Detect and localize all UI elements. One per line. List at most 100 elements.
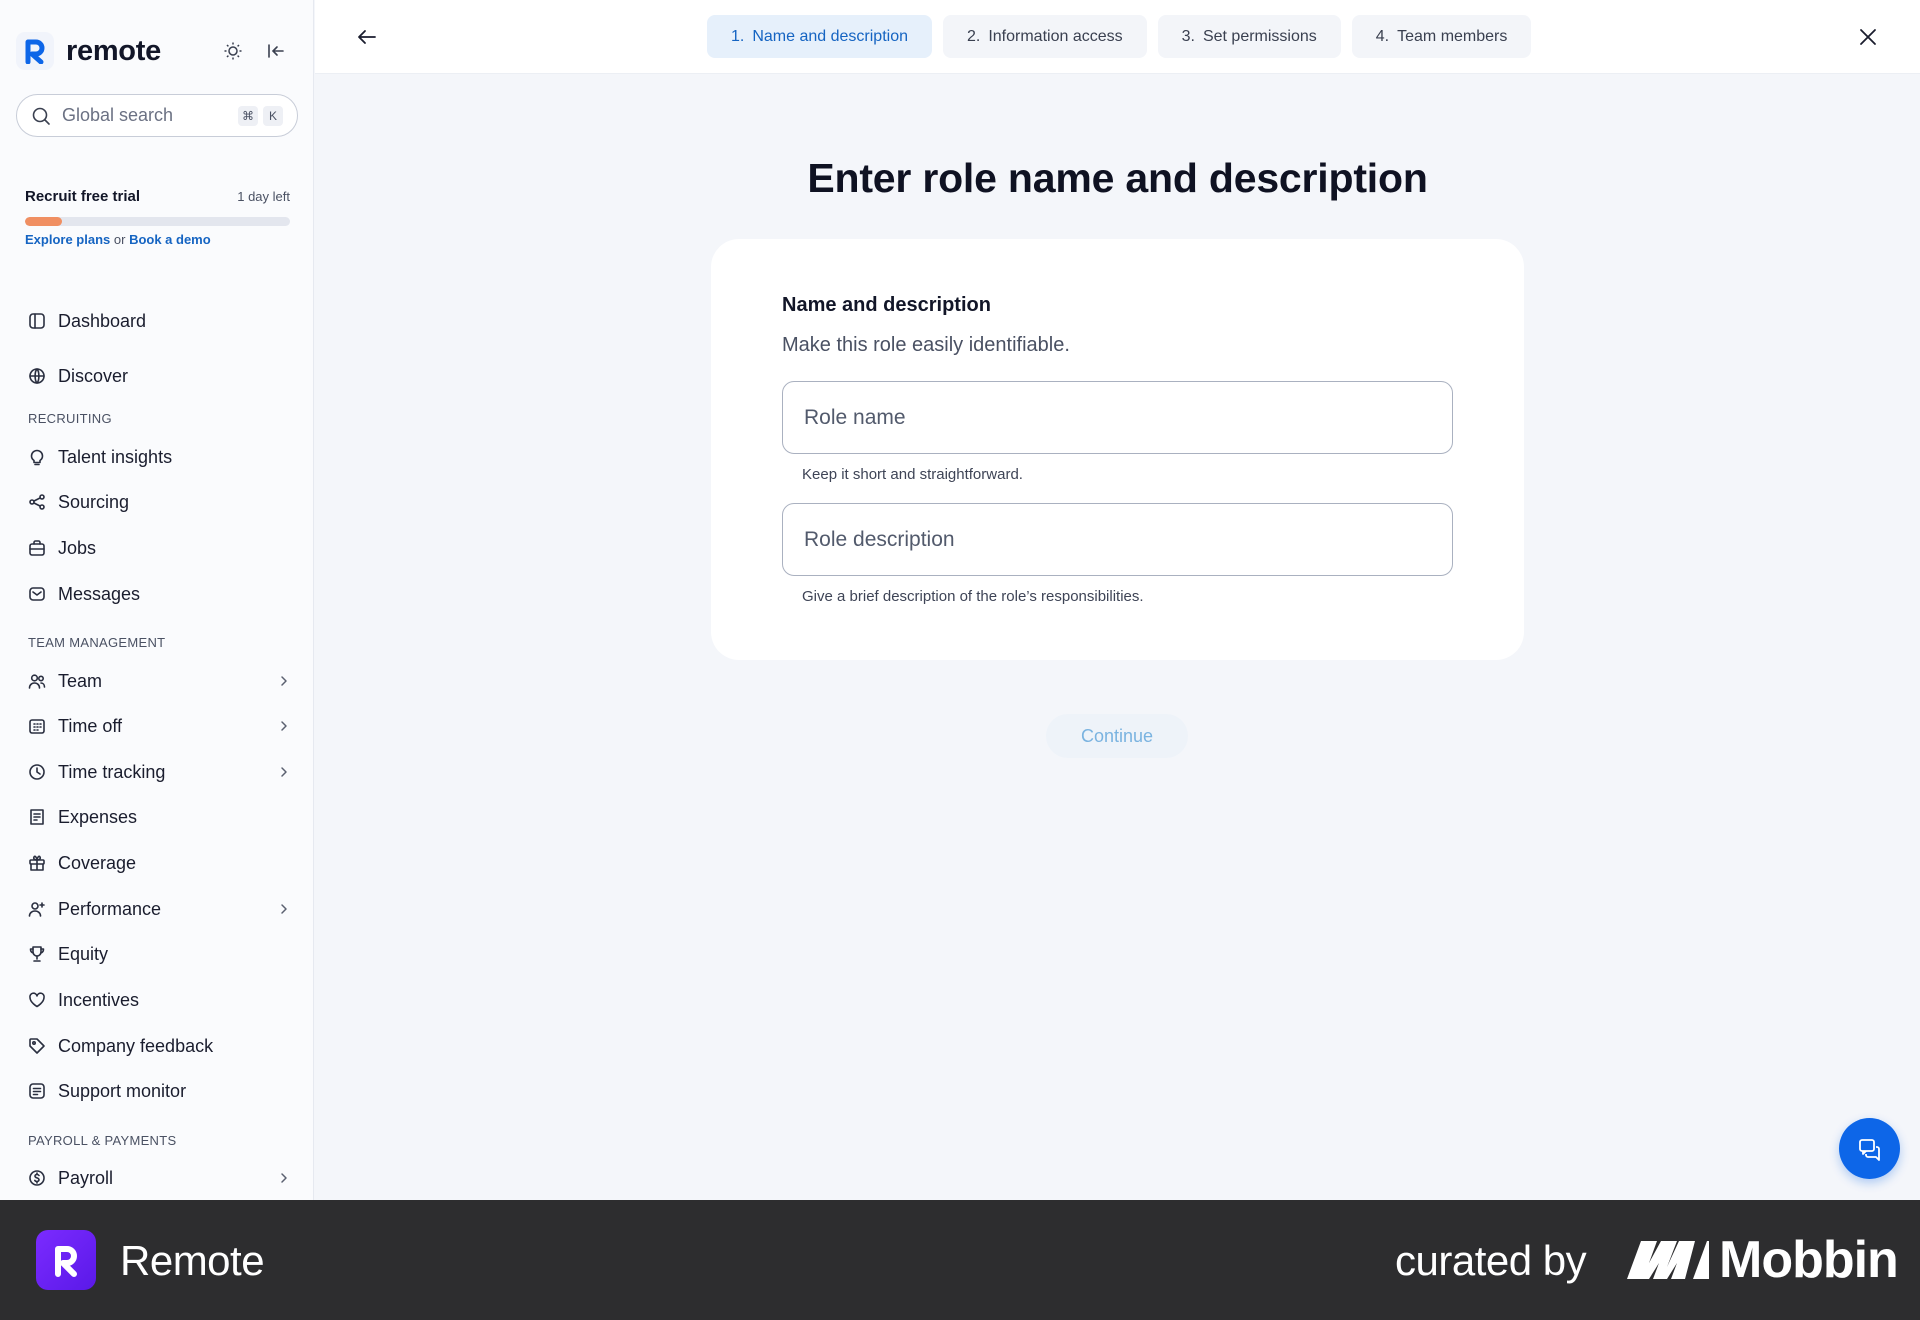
search-placeholder: Global search: [62, 105, 174, 125]
share-nodes-icon: [28, 493, 46, 511]
global-search[interactable]: Global search ⌘ K: [16, 94, 298, 137]
chevron-right-icon: [276, 673, 292, 689]
gift-icon: [28, 854, 46, 872]
sidebar-item-label: Time tracking: [58, 761, 166, 782]
mobbin-logo-icon: [1627, 1241, 1709, 1279]
arrow-left-icon: [358, 30, 376, 44]
support-icon: [28, 1082, 46, 1100]
message-icon: [28, 585, 46, 603]
section-team-management: TEAM MANAGEMENT: [28, 635, 166, 650]
shortcut-key-cmd: ⌘: [238, 105, 258, 126]
footer-curated-by: curated by: [1395, 1237, 1587, 1284]
footer-app-name: Remote: [120, 1237, 265, 1284]
sidebar-item-expenses[interactable]: Expenses: [0, 797, 313, 837]
sidebar-item-label: Support monitor: [58, 1080, 187, 1101]
sidebar: remote Global search ⌘ K Recruit free tr…: [0, 0, 314, 1200]
book-demo-link[interactable]: Book a demo: [129, 232, 211, 247]
chat-button[interactable]: [1839, 1118, 1900, 1179]
sidebar-item-label: Incentives: [58, 989, 140, 1010]
chevron-right-icon: [276, 718, 292, 734]
globe-icon: [28, 367, 46, 385]
sidebar-item-talent-insights[interactable]: Talent insights: [0, 437, 313, 477]
card-title: Name and description: [782, 294, 991, 316]
brand[interactable]: remote: [16, 32, 161, 70]
sidebar-item-messages[interactable]: Messages: [0, 574, 313, 614]
continue-button[interactable]: Continue: [1046, 714, 1188, 758]
role-description-input[interactable]: [804, 527, 1452, 552]
sidebar-item-label: Jobs: [58, 537, 97, 558]
trial-or-text: or: [113, 232, 126, 247]
sidebar-item-performance[interactable]: Performance: [0, 889, 313, 929]
chevron-right-icon: [276, 901, 292, 917]
wizard-step-1[interactable]: 1. Name and description: [707, 15, 932, 58]
sun-icon: [224, 42, 242, 60]
step-number: 4.: [1375, 27, 1390, 45]
lightbulb-icon: [28, 448, 46, 466]
sidebar-item-time-off[interactable]: Time off: [0, 706, 313, 746]
dashboard-icon: [28, 312, 46, 330]
close-button[interactable]: [1854, 23, 1882, 51]
sidebar-item-jobs[interactable]: Jobs: [0, 528, 313, 568]
sidebar-item-team[interactable]: Team: [0, 661, 313, 701]
receipt-icon: [28, 808, 46, 826]
sidebar-item-label: Payroll: [58, 1167, 114, 1188]
sidebar-item-label: Sourcing: [58, 491, 130, 512]
collapse-sidebar-button[interactable]: [262, 37, 290, 65]
users-icon: [28, 672, 46, 690]
sidebar-item-label: Messages: [58, 583, 141, 604]
sidebar-item-label: Discover: [58, 365, 129, 386]
step-label: Team members: [1397, 27, 1508, 45]
back-button[interactable]: [353, 23, 381, 51]
sidebar-item-coverage[interactable]: Coverage: [0, 843, 313, 883]
role-name-hint: Keep it short and straightforward.: [802, 466, 1023, 483]
sidebar-item-payroll[interactable]: Payroll: [0, 1158, 313, 1198]
wizard-step-3[interactable]: 3. Set permissions: [1157, 15, 1341, 58]
role-description-field[interactable]: [782, 503, 1453, 576]
step-number: 2.: [966, 27, 981, 45]
sidebar-item-label: Performance: [58, 898, 162, 919]
step-number: 3.: [1181, 27, 1195, 45]
section-recruiting: RECRUITING: [28, 411, 112, 426]
sidebar-item-label: Expenses: [58, 806, 138, 827]
footer-mobbin-wordmark: Mobbin: [1719, 1231, 1899, 1289]
step-label: Name and description: [752, 27, 908, 45]
sidebar-item-label: Team: [58, 670, 103, 691]
role-description-hint: Give a brief description of the role’s r…: [802, 588, 1144, 605]
role-name-input[interactable]: [804, 405, 1452, 430]
sidebar-item-label: Coverage: [58, 852, 137, 873]
wizard-topbar: 1. Name and description 2. Information acce…: [315, 0, 1920, 73]
sidebar-item-equity[interactable]: Equity: [0, 934, 313, 974]
card-subtitle: Make this role easily identifiable.: [782, 334, 1070, 356]
wizard-step-4[interactable]: 4. Team members: [1351, 15, 1532, 58]
tag-icon: [28, 1037, 46, 1055]
sidebar-item-label: Dashboard: [58, 310, 147, 331]
sidebar-item-support-monitor[interactable]: Support monitor: [0, 1071, 313, 1111]
remote-logo-icon: [16, 32, 54, 70]
shortcut-key-k: K: [263, 105, 283, 126]
step-label: Information access: [988, 27, 1123, 45]
heart-icon: [28, 991, 46, 1009]
search-icon: [32, 107, 50, 125]
close-icon: [1860, 29, 1876, 45]
sidebar-item-time-tracking[interactable]: Time tracking: [0, 752, 313, 792]
sidebar-item-dashboard[interactable]: Dashboard: [0, 301, 313, 341]
role-name-field[interactable]: [782, 381, 1453, 454]
calendar-icon: [28, 717, 46, 735]
sidebar-item-sourcing[interactable]: Sourcing: [0, 482, 313, 522]
sidebar-item-incentives[interactable]: Incentives: [0, 980, 313, 1020]
sidebar-item-label: Time off: [58, 715, 123, 736]
chevron-right-icon: [276, 1170, 292, 1186]
step-number: 1.: [731, 27, 745, 45]
remote-app-icon: [36, 1230, 96, 1290]
chat-icon: [1858, 1138, 1880, 1161]
sidebar-item-company-feedback[interactable]: Company feedback: [0, 1026, 313, 1066]
theme-toggle-button[interactable]: [219, 37, 247, 65]
clock-icon: [28, 763, 46, 781]
role-form-card: Name and description Make this role easi…: [711, 239, 1524, 660]
wizard-step-2[interactable]: 2. Information access: [942, 15, 1147, 58]
page-title: Enter role name and description: [807, 155, 1428, 201]
explore-plans-link[interactable]: Explore plans: [25, 232, 110, 247]
trial-days-left: 1 day left: [237, 189, 290, 204]
sidebar-item-discover[interactable]: Discover: [0, 356, 313, 396]
chevron-right-icon: [276, 764, 292, 780]
